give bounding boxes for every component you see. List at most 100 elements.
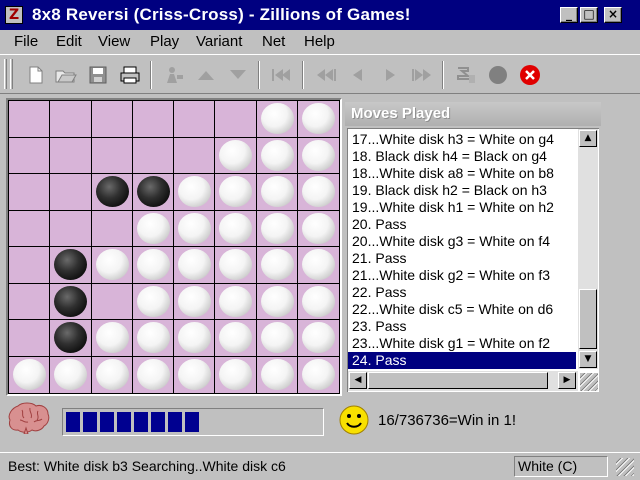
board-square[interactable] — [132, 210, 174, 247]
zillions-app-icon[interactable] — [5, 6, 23, 24]
board-square[interactable] — [215, 283, 257, 320]
board-square[interactable] — [256, 174, 298, 211]
board-square[interactable] — [215, 320, 257, 357]
menu-file[interactable]: File — [14, 33, 38, 50]
move-list-item[interactable]: 20...White disk g3 = White on f4 — [352, 233, 550, 250]
move-list-item[interactable]: 19...White disk h1 = White on h2 — [352, 199, 554, 216]
scroll-h-thumb[interactable] — [368, 372, 548, 389]
board-square[interactable] — [132, 247, 174, 284]
board-square[interactable] — [256, 356, 298, 393]
step-back-icon[interactable] — [346, 63, 370, 87]
stone-icon[interactable] — [486, 63, 510, 87]
maximize-button[interactable]: □ — [580, 7, 598, 23]
window-resize-grip[interactable] — [616, 458, 634, 476]
close-button[interactable]: × — [604, 7, 622, 23]
menu-net[interactable]: Net — [262, 33, 285, 50]
toolbar-grip[interactable] — [4, 59, 7, 89]
board-square[interactable] — [297, 210, 339, 247]
move-list-item[interactable]: 20. Pass — [352, 216, 406, 233]
menu-variant[interactable]: Variant — [196, 33, 242, 50]
board-square[interactable] — [91, 137, 133, 174]
board-square[interactable] — [132, 320, 174, 357]
menu-edit[interactable]: Edit — [56, 33, 82, 50]
move-list-item[interactable]: 17...White disk h3 = White on g4 — [352, 131, 554, 148]
board-square[interactable] — [256, 320, 298, 357]
board-square[interactable] — [256, 101, 298, 138]
move-list-item[interactable]: 18...White disk a8 = White on b8 — [352, 165, 554, 182]
board-square[interactable] — [297, 283, 339, 320]
board-square[interactable] — [50, 210, 92, 247]
move-list-item[interactable]: 18. Black disk h4 = Black on g4 — [352, 148, 547, 165]
player-icon[interactable] — [162, 63, 186, 87]
board-square[interactable] — [174, 174, 216, 211]
rewind-icon[interactable] — [314, 63, 338, 87]
moves-horizontal-scrollbar[interactable]: ◀ ▶ — [348, 371, 578, 391]
move-list-item[interactable]: 23. Pass — [352, 318, 406, 335]
menu-play[interactable]: Play — [150, 33, 179, 50]
board-square[interactable] — [297, 174, 339, 211]
board-square[interactable] — [9, 137, 51, 174]
board-square[interactable] — [9, 174, 51, 211]
toolbar-grip-2[interactable] — [10, 59, 13, 89]
board-square[interactable] — [91, 356, 133, 393]
moves-list[interactable]: 17...White disk h3 = White on g4 18. Blac… — [347, 128, 599, 392]
rewind-start-icon[interactable] — [270, 63, 294, 87]
board-square[interactable] — [9, 320, 51, 357]
board-square[interactable] — [132, 174, 174, 211]
board-square[interactable] — [91, 320, 133, 357]
board-square[interactable] — [50, 247, 92, 284]
board-square[interactable] — [132, 283, 174, 320]
menu-view[interactable]: View — [98, 33, 130, 50]
board-square[interactable] — [9, 210, 51, 247]
board-square[interactable] — [9, 101, 51, 138]
board-square[interactable] — [174, 137, 216, 174]
board-square[interactable] — [174, 356, 216, 393]
board-square[interactable] — [50, 101, 92, 138]
board-square[interactable] — [297, 247, 339, 284]
board-square[interactable] — [174, 247, 216, 284]
board-square[interactable] — [174, 283, 216, 320]
board-square[interactable] — [91, 247, 133, 284]
scroll-left-icon[interactable]: ◀ — [349, 372, 367, 389]
board-square[interactable] — [50, 283, 92, 320]
board-square[interactable] — [50, 320, 92, 357]
menu-help[interactable]: Help — [304, 33, 335, 50]
board-square[interactable] — [132, 101, 174, 138]
board-square[interactable] — [215, 356, 257, 393]
board-square[interactable] — [174, 210, 216, 247]
board-square[interactable] — [91, 283, 133, 320]
move-list-item[interactable]: 23...White disk g1 = White on f2 — [352, 335, 550, 352]
board-square[interactable] — [9, 356, 51, 393]
move-list-item[interactable]: 21. Pass — [352, 250, 406, 267]
board-square[interactable] — [215, 247, 257, 284]
open-icon[interactable] — [54, 63, 78, 87]
minimize-button[interactable]: _ — [560, 7, 578, 23]
move-list-item[interactable]: 22. Pass — [352, 284, 406, 301]
move-list-item[interactable]: 24. Pass — [348, 352, 576, 369]
board-square[interactable] — [215, 137, 257, 174]
board-square[interactable] — [297, 137, 339, 174]
board-square[interactable] — [91, 174, 133, 211]
game-board[interactable] — [9, 101, 339, 393]
step-forward-icon[interactable] — [378, 63, 402, 87]
board-square[interactable] — [256, 247, 298, 284]
board-square[interactable] — [297, 101, 339, 138]
move-list-item[interactable]: 22...White disk c5 = White on d6 — [352, 301, 553, 318]
board-square[interactable] — [50, 356, 92, 393]
move-list-item[interactable]: 21...White disk g2 = White on f3 — [352, 267, 550, 284]
board-square[interactable] — [50, 174, 92, 211]
up-arrow-icon[interactable] — [194, 63, 218, 87]
board-square[interactable] — [174, 101, 216, 138]
fast-forward-icon[interactable] — [410, 63, 434, 87]
board-square[interactable] — [297, 320, 339, 357]
board-square[interactable] — [256, 210, 298, 247]
board-square[interactable] — [174, 320, 216, 357]
scroll-right-icon[interactable]: ▶ — [558, 372, 576, 389]
board-square[interactable] — [132, 137, 174, 174]
board-square[interactable] — [215, 101, 257, 138]
scroll-up-icon[interactable]: ▲ — [579, 130, 597, 147]
stop-icon[interactable] — [518, 63, 542, 87]
print-icon[interactable] — [118, 63, 142, 87]
board-square[interactable] — [91, 101, 133, 138]
board-square[interactable] — [50, 137, 92, 174]
